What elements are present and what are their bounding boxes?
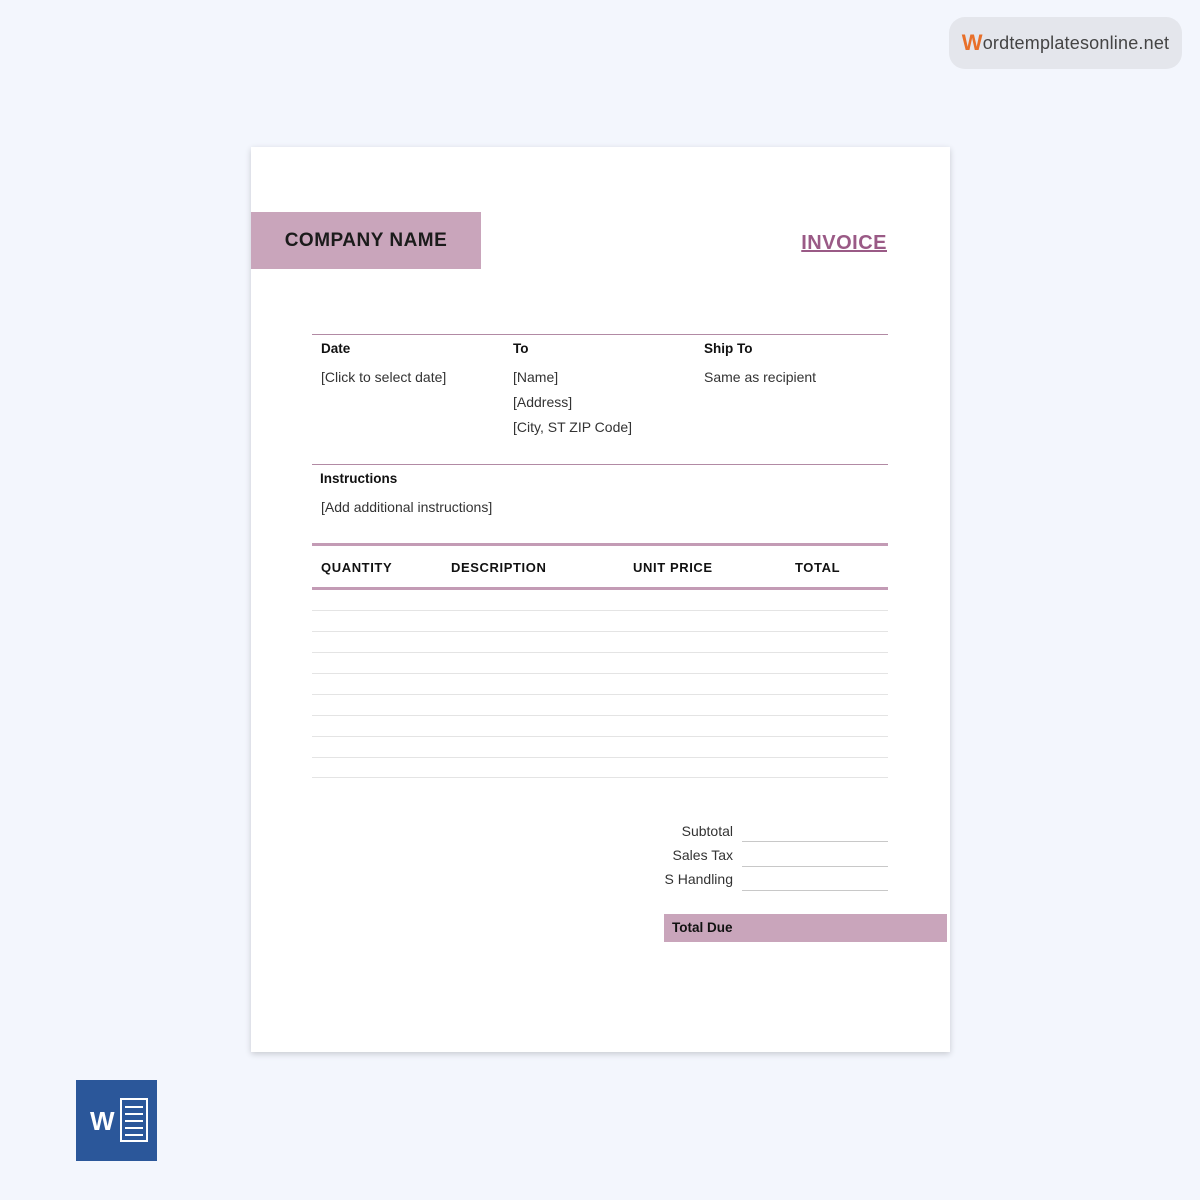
table-row[interactable] — [312, 736, 888, 737]
invoice-page: COMPANY NAME INVOICE Date [Click to sele… — [251, 147, 950, 1052]
to-name-field[interactable]: [Name] — [513, 369, 558, 385]
col-unit-price: UNIT PRICE — [633, 560, 713, 575]
handling-field[interactable] — [742, 890, 888, 891]
subtotal-field[interactable] — [742, 841, 888, 842]
divider — [312, 334, 888, 335]
table-row[interactable] — [312, 610, 888, 611]
total-due-label: Total Due — [672, 920, 733, 935]
sales-tax-label: Sales Tax — [672, 847, 733, 863]
divider — [312, 464, 888, 465]
table-row[interactable] — [312, 715, 888, 716]
total-due-bar[interactable]: Total Due — [664, 914, 947, 942]
date-field[interactable]: [Click to select date] — [321, 369, 446, 385]
table-row[interactable] — [312, 673, 888, 674]
subtotal-label: Subtotal — [681, 823, 733, 839]
company-name[interactable]: COMPANY NAME — [251, 212, 481, 269]
col-total: TOTAL — [795, 560, 841, 575]
brand-initial: W — [961, 30, 983, 55]
brand-badge: Wordtemplatesonline.net — [949, 17, 1182, 69]
handling-label: S Handling — [664, 871, 734, 887]
table-row[interactable] — [312, 652, 888, 653]
sales-tax-field[interactable] — [742, 866, 888, 867]
word-letter: W — [90, 1106, 115, 1136]
table-top-rule — [312, 543, 888, 546]
date-label: Date — [321, 341, 351, 356]
to-city-field[interactable]: [City, ST ZIP Code] — [513, 419, 632, 435]
invoice-title: INVOICE — [801, 232, 887, 254]
table-header-rule — [312, 587, 888, 590]
document-lines-icon — [120, 1098, 148, 1142]
instructions-label: Instructions — [320, 471, 398, 486]
table-row[interactable] — [312, 631, 888, 632]
ship-to-field[interactable]: Same as recipient — [704, 369, 816, 385]
col-quantity: QUANTITY — [321, 560, 393, 575]
to-label: To — [513, 341, 529, 356]
instructions-field[interactable]: [Add additional instructions] — [321, 499, 492, 515]
word-icon[interactable]: W — [76, 1080, 157, 1161]
ship-to-label: Ship To — [704, 341, 753, 356]
brand-text: ordtemplatesonline.net — [982, 32, 1170, 53]
table-row[interactable] — [312, 757, 888, 758]
to-address-field[interactable]: [Address] — [513, 394, 572, 410]
table-row[interactable] — [312, 694, 888, 695]
col-description: DESCRIPTION — [451, 560, 547, 575]
table-row[interactable] — [312, 777, 888, 778]
